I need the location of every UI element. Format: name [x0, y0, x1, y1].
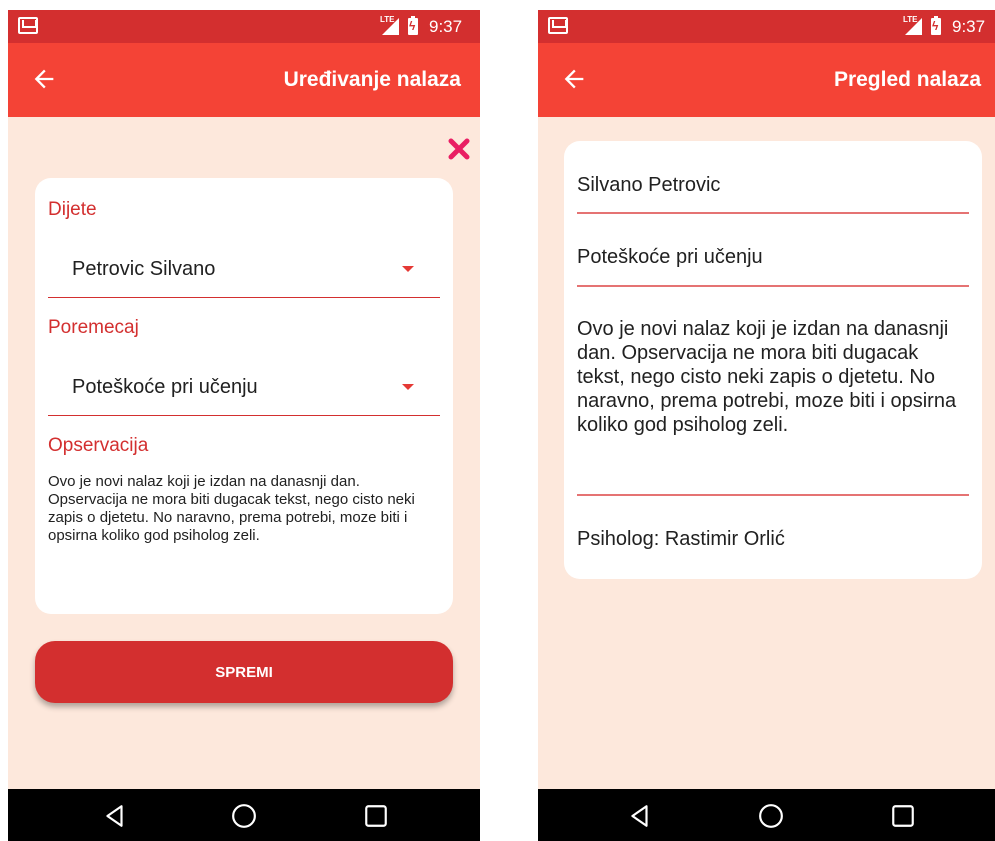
edit-screen: LTE 9:37 Uređivanje nalaza Dijete Petrov… — [8, 10, 480, 841]
app-bar: Uređivanje nalaza — [8, 43, 480, 117]
disorder-dropdown-value: Poteškoće pri učenju — [72, 376, 258, 398]
close-icon[interactable] — [447, 137, 471, 161]
triangle-back-icon[interactable] — [102, 803, 128, 829]
disorder-text: Poteškoće pri učenju — [577, 246, 763, 268]
disorder-dropdown[interactable]: Poteškoće pri učenju — [48, 356, 440, 416]
square-recents-icon[interactable] — [890, 803, 916, 829]
square-recents-icon[interactable] — [363, 803, 389, 829]
child-dropdown-value: Petrovic Silvano — [72, 258, 216, 280]
caret-down-icon — [402, 384, 414, 390]
edit-form-card: Dijete Petrovic Silvano Poremecaj Potešk… — [35, 178, 453, 614]
observation-input[interactable]: Ovo je novi nalaz koji je izdan na danas… — [48, 473, 443, 545]
observation-label: Opservacija — [48, 435, 149, 456]
divider — [577, 285, 969, 287]
disorder-label: Poremecaj — [48, 317, 139, 338]
arrow-left-icon[interactable] — [560, 65, 588, 93]
child-dropdown[interactable]: Petrovic Silvano — [48, 238, 440, 298]
status-time: 9:37 — [429, 17, 463, 36]
page-title: Uređivanje nalaza — [283, 68, 461, 91]
divider — [577, 212, 969, 214]
navigation-bar — [8, 789, 480, 841]
battery-icon — [408, 16, 418, 35]
page-title: Pregled nalaza — [833, 68, 981, 91]
status-time: 9:37 — [952, 17, 986, 36]
report-card: Silvano Petrovic Poteškoće pri učenju Ov… — [564, 141, 982, 579]
gmail-notification-icon — [548, 17, 568, 34]
navigation-bar — [538, 789, 995, 841]
signal-icon — [905, 18, 922, 35]
triangle-back-icon[interactable] — [627, 803, 653, 829]
gmail-notification-icon — [18, 17, 38, 34]
app-bar: Pregled nalaza — [538, 43, 995, 117]
view-screen: LTE 9:37 Pregled nalaza Silvano Petrovic… — [538, 10, 995, 841]
divider — [577, 494, 969, 496]
save-button[interactable]: SPREMI — [35, 641, 453, 703]
battery-icon — [931, 16, 941, 35]
signal-icon — [382, 18, 399, 35]
child-name: Silvano Petrovic — [577, 174, 721, 196]
psychologist-text: Psiholog: Rastimir Orlić — [577, 528, 785, 550]
status-bar: LTE 9:37 — [8, 10, 480, 43]
circle-home-icon[interactable] — [758, 803, 784, 829]
child-label: Dijete — [48, 199, 97, 220]
arrow-left-icon[interactable] — [30, 65, 58, 93]
caret-down-icon — [402, 266, 414, 272]
observation-text: Ovo je novi nalaz koji je izdan na danas… — [577, 318, 957, 436]
circle-home-icon[interactable] — [231, 803, 257, 829]
status-bar: LTE 9:37 — [538, 10, 995, 43]
